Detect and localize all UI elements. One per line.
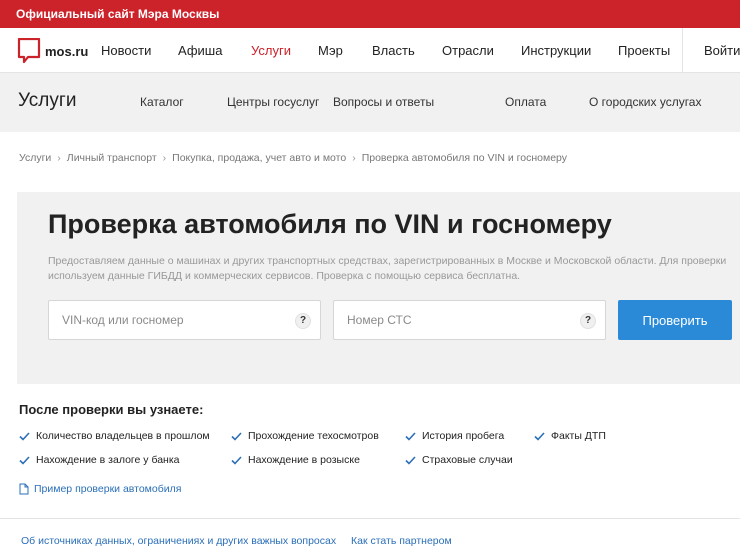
- feature-label: Страховые случаи: [422, 454, 513, 466]
- site-title[interactable]: Официальный сайт Мэра Москвы: [16, 7, 219, 21]
- breadcrumb-separator: ›: [162, 152, 167, 164]
- feature-item: Нахождение в залоге у банка: [19, 454, 180, 466]
- vin-field: ?: [48, 300, 321, 340]
- checkmark-icon: [231, 431, 242, 441]
- sts-input[interactable]: [334, 301, 605, 339]
- feature-label: Факты ДТП: [551, 430, 606, 442]
- nav-item-instructions[interactable]: Инструкции: [521, 43, 591, 58]
- breadcrumb-item[interactable]: Покупка, продажа, учет авто и мото: [172, 152, 346, 164]
- nav-item-industries[interactable]: Отрасли: [442, 43, 494, 58]
- checkmark-icon: [405, 455, 416, 465]
- nav-item-mayor[interactable]: Мэр: [318, 43, 343, 58]
- footer-link-data-sources[interactable]: Об источниках данных, ограничениях и дру…: [21, 535, 336, 547]
- page-description: Предоставляем данные о машинах и других …: [48, 255, 727, 282]
- footer-divider: [0, 518, 740, 519]
- logo-text: mos.ru: [45, 43, 89, 59]
- nav-item-projects[interactable]: Проекты: [618, 43, 670, 58]
- login-link[interactable]: Войти: [704, 43, 740, 58]
- main-nav: mos.ru Новости Афиша Услуги Мэр Власть О…: [0, 28, 740, 73]
- page-title: Проверка автомобиля по VIN и госномеру: [48, 209, 612, 239]
- subnav-item-faq[interactable]: Вопросы и ответы: [333, 95, 434, 109]
- vin-input[interactable]: [49, 301, 320, 339]
- subnav-item-catalog[interactable]: Каталог: [140, 95, 184, 109]
- vin-help-icon[interactable]: ?: [295, 313, 311, 329]
- services-subnav: Услуги Каталог Центры госуслуг Вопросы и…: [0, 73, 740, 132]
- nav-divider: [682, 28, 683, 73]
- feature-item: История пробега: [405, 430, 504, 442]
- after-check-title: После проверки вы узнаете:: [19, 402, 204, 417]
- subnav-item-about[interactable]: О городских услугах: [589, 95, 701, 109]
- feature-label: Нахождение в залоге у банка: [36, 454, 180, 466]
- subnav-title[interactable]: Услуги: [18, 90, 76, 112]
- checkmark-icon: [19, 455, 30, 465]
- nav-item-afisha[interactable]: Афиша: [178, 43, 222, 58]
- breadcrumb-current: Проверка автомобиля по VIN и госномеру: [361, 152, 568, 164]
- logo[interactable]: mos.ru: [17, 38, 88, 64]
- check-button[interactable]: Проверить: [618, 300, 732, 340]
- nav-item-services[interactable]: Услуги: [251, 43, 291, 58]
- subnav-item-payment[interactable]: Оплата: [505, 95, 546, 109]
- feature-item: Факты ДТП: [534, 430, 606, 442]
- mos-ru-logo-icon: [17, 38, 41, 64]
- checkmark-icon: [231, 455, 242, 465]
- sts-field: ?: [333, 300, 606, 340]
- breadcrumb-separator: ›: [352, 152, 356, 164]
- sample-check-label: Пример проверки автомобиля: [34, 483, 182, 495]
- feature-label: Нахождение в розыске: [248, 454, 360, 466]
- feature-label: История пробега: [422, 430, 505, 442]
- breadcrumb-item[interactable]: Услуги: [19, 152, 51, 164]
- nav-item-authority[interactable]: Власть: [372, 43, 415, 58]
- subnav-item-service-centers[interactable]: Центры госуслуг: [227, 95, 319, 109]
- breadcrumb-item[interactable]: Личный транспорт: [67, 152, 157, 164]
- feature-item: Количество владельцев в прошлом: [19, 430, 210, 442]
- top-bar: Официальный сайт Мэра Москвы: [0, 0, 740, 28]
- sample-check-link[interactable]: Пример проверки автомобиля: [19, 483, 181, 495]
- footer-link-partner[interactable]: Как стать партнером: [351, 535, 452, 547]
- sts-help-icon[interactable]: ?: [580, 313, 596, 329]
- feature-label: Прохождение техосмотров: [248, 430, 379, 442]
- feature-label: Количество владельцев в прошлом: [36, 430, 210, 442]
- document-icon: [19, 483, 29, 495]
- nav-item-news[interactable]: Новости: [101, 43, 151, 58]
- breadcrumb-separator: ›: [57, 152, 61, 164]
- feature-item: Нахождение в розыске: [231, 454, 360, 466]
- checkmark-icon: [405, 431, 416, 441]
- checkmark-icon: [19, 431, 30, 441]
- feature-item: Страховые случаи: [405, 454, 513, 466]
- breadcrumb: Услуги › Личный транспорт › Покупка, продажа…: [19, 152, 567, 164]
- feature-item: Прохождение техосмотров: [231, 430, 379, 442]
- checkmark-icon: [534, 431, 545, 441]
